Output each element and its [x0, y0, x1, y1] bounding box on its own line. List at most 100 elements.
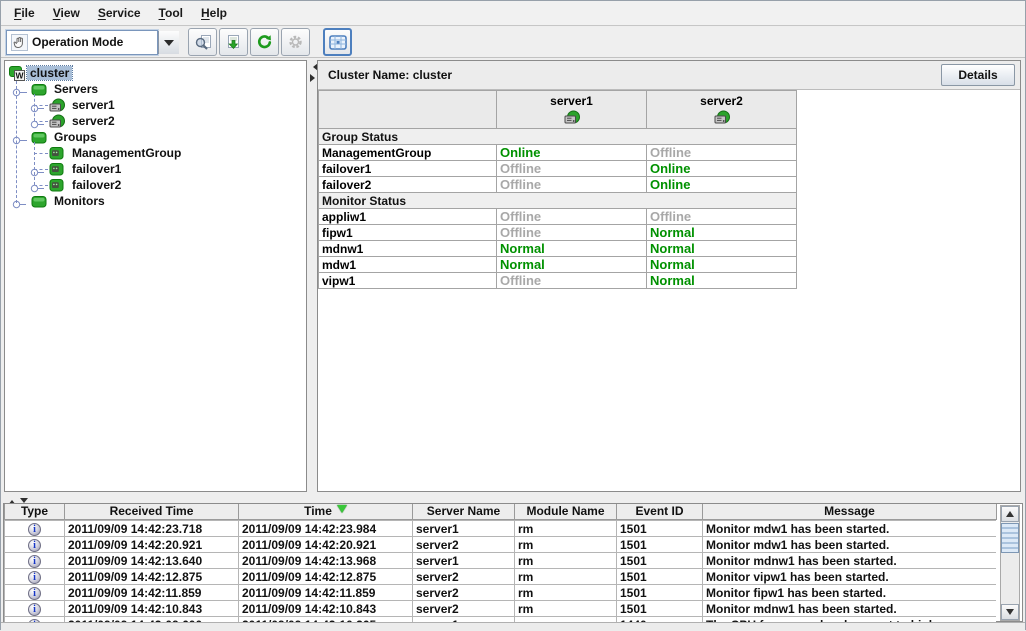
- event-row[interactable]: i2011/09/09 14:42:11.8592011/09/09 14:42…: [5, 585, 997, 601]
- tree-handle-collapsed-icon[interactable]: [12, 196, 27, 214]
- event-col-module-name[interactable]: Module Name: [515, 504, 617, 519]
- tree-node-groups[interactable]: Groups: [5, 129, 306, 145]
- status-row-name: vipw1: [319, 273, 497, 289]
- info-icon: i: [28, 555, 41, 568]
- tree-connector: [34, 153, 48, 154]
- event-header-row: TypeReceived TimeTimeServer NameModule N…: [5, 504, 997, 519]
- event-log-scrollbar[interactable]: [1000, 505, 1020, 621]
- main-area: WclusterServersserver1server2GroupsManag…: [1, 58, 1025, 495]
- mode-select[interactable]: Operation Mode: [6, 30, 158, 55]
- status-value: Online: [497, 145, 647, 161]
- event-cell-event-id: 1501: [617, 569, 703, 585]
- status-value: Normal: [647, 225, 797, 241]
- details-button[interactable]: Details: [941, 64, 1015, 86]
- event-cell-type: i: [5, 521, 65, 537]
- event-col-time[interactable]: Time: [239, 504, 413, 519]
- tree-node-server2[interactable]: server2: [5, 113, 306, 129]
- hand-pointer-icon: [11, 34, 28, 51]
- event-cell-received-time: 2011/09/09 14:42:11.859: [65, 585, 239, 601]
- event-cell-event-id: 1501: [617, 601, 703, 617]
- event-cell-received-time: 2011/09/09 14:42:13.640: [65, 553, 239, 569]
- event-col-received-time[interactable]: Received Time: [65, 504, 239, 519]
- status-value: Offline: [497, 177, 647, 193]
- cluster-panel-header: Cluster Name: cluster Details: [318, 61, 1020, 90]
- server-icon: [497, 110, 646, 126]
- status-value: Normal: [647, 257, 797, 273]
- tree-panel: WclusterServersserver1server2GroupsManag…: [4, 60, 307, 492]
- status-section-monitor-status: Monitor Status: [319, 193, 797, 209]
- scroll-down-icon[interactable]: [1001, 604, 1019, 620]
- collect-logs-icon[interactable]: [219, 28, 248, 56]
- status-value: Offline: [497, 209, 647, 225]
- event-cell-message: Monitor vipw1 has been started.: [703, 569, 997, 585]
- tree-node-servers[interactable]: Servers: [5, 81, 306, 97]
- event-col-type[interactable]: Type: [5, 504, 65, 519]
- cluster-detail-panel: Cluster Name: cluster Details server1ser…: [317, 60, 1021, 492]
- server-icon: [49, 98, 65, 114]
- status-row-name: failover2: [319, 177, 497, 193]
- event-row[interactable]: i2011/09/09 14:42:10.8432011/09/09 14:42…: [5, 601, 997, 617]
- event-row[interactable]: i2011/09/09 14:42:20.9212011/09/09 14:42…: [5, 537, 997, 553]
- event-col-message[interactable]: Message: [703, 504, 997, 519]
- event-col-server-name[interactable]: Server Name: [413, 504, 515, 519]
- menu-help[interactable]: Help: [192, 2, 236, 24]
- status-value: Offline: [497, 161, 647, 177]
- toolbar: Operation Mode: [1, 27, 1025, 58]
- status-row-name: mdnw1: [319, 241, 497, 257]
- event-cell-time: 2011/09/09 14:42:11.859: [239, 585, 413, 601]
- vertical-splitter[interactable]: [307, 58, 317, 495]
- tree-connector: [34, 142, 35, 185]
- cluster-icon: W: [9, 66, 26, 81]
- horizontal-splitter[interactable]: [1, 495, 1025, 503]
- event-row[interactable]: i2011/09/09 14:42:23.7182011/09/09 14:42…: [5, 521, 997, 537]
- status-row-fipw1: fipw1OfflineNormal: [319, 225, 797, 241]
- menu-service[interactable]: Service: [89, 2, 150, 24]
- tree-node-managementgroup[interactable]: ManagementGroup: [5, 145, 306, 161]
- tree-node-monitors[interactable]: Monitors: [5, 193, 306, 209]
- status-value: Online: [647, 177, 797, 193]
- scrollbar-thumb[interactable]: [1001, 523, 1019, 553]
- status-corner-cell: [319, 91, 497, 129]
- reload-icon[interactable]: [250, 28, 279, 56]
- event-cell-message: Monitor mdnw1 has been started.: [703, 553, 997, 569]
- status-value: Normal: [647, 241, 797, 257]
- integrated-manager-icon[interactable]: [323, 28, 352, 56]
- event-cell-type: i: [5, 601, 65, 617]
- options-gear-icon[interactable]: [281, 28, 310, 56]
- event-cell-server-name: server2: [413, 537, 515, 553]
- tree-label: Monitors: [51, 194, 108, 208]
- tree-node-failover1[interactable]: failover1: [5, 161, 306, 177]
- event-cell-type: i: [5, 585, 65, 601]
- group-icon: [49, 178, 64, 192]
- status-row-appliw1: appliw1OfflineOffline: [319, 209, 797, 225]
- event-row[interactable]: i2011/09/09 14:42:13.6402011/09/09 14:42…: [5, 553, 997, 569]
- tree-label: ManagementGroup: [69, 146, 184, 160]
- status-row-name: fipw1: [319, 225, 497, 241]
- event-cell-type: i: [5, 537, 65, 553]
- event-cell-event-id: 1501: [617, 553, 703, 569]
- scroll-up-icon[interactable]: [1001, 506, 1019, 522]
- menu-tool[interactable]: Tool: [150, 2, 192, 24]
- cluster-name-title: Cluster Name: cluster: [328, 68, 941, 82]
- status-row-vipw1: vipw1OfflineNormal: [319, 273, 797, 289]
- tree-node-server1[interactable]: server1: [5, 97, 306, 113]
- tree-label: failover2: [69, 178, 124, 192]
- event-row[interactable]: i2011/09/09 14:42:12.8752011/09/09 14:42…: [5, 569, 997, 585]
- tree-label: cluster: [27, 66, 72, 80]
- mode-select-dropdown-button[interactable]: [158, 31, 179, 54]
- event-cell-server-name: server2: [413, 585, 515, 601]
- menu-file[interactable]: File: [5, 2, 44, 24]
- webmanager-window: FileViewServiceToolHelp Operation Mode W…: [0, 0, 1026, 630]
- event-cell-time: 2011/09/09 14:42:10.843: [239, 601, 413, 617]
- event-cell-received-time: 2011/09/09 14:42:10.843: [65, 601, 239, 617]
- event-log-header: TypeReceived TimeTimeServer NameModule N…: [4, 504, 997, 520]
- info-icon: i: [28, 523, 41, 536]
- tree-node-failover2[interactable]: failover2: [5, 177, 306, 193]
- tree-node-cluster[interactable]: Wcluster: [5, 65, 306, 81]
- menu-view[interactable]: View: [44, 2, 89, 24]
- status-section-group-status: Group Status: [319, 129, 797, 145]
- event-col-event-id[interactable]: Event ID: [617, 504, 703, 519]
- status-row-failover2: failover2OfflineOnline: [319, 177, 797, 193]
- search-document-icon[interactable]: [188, 28, 217, 56]
- folder-icon: [31, 194, 47, 208]
